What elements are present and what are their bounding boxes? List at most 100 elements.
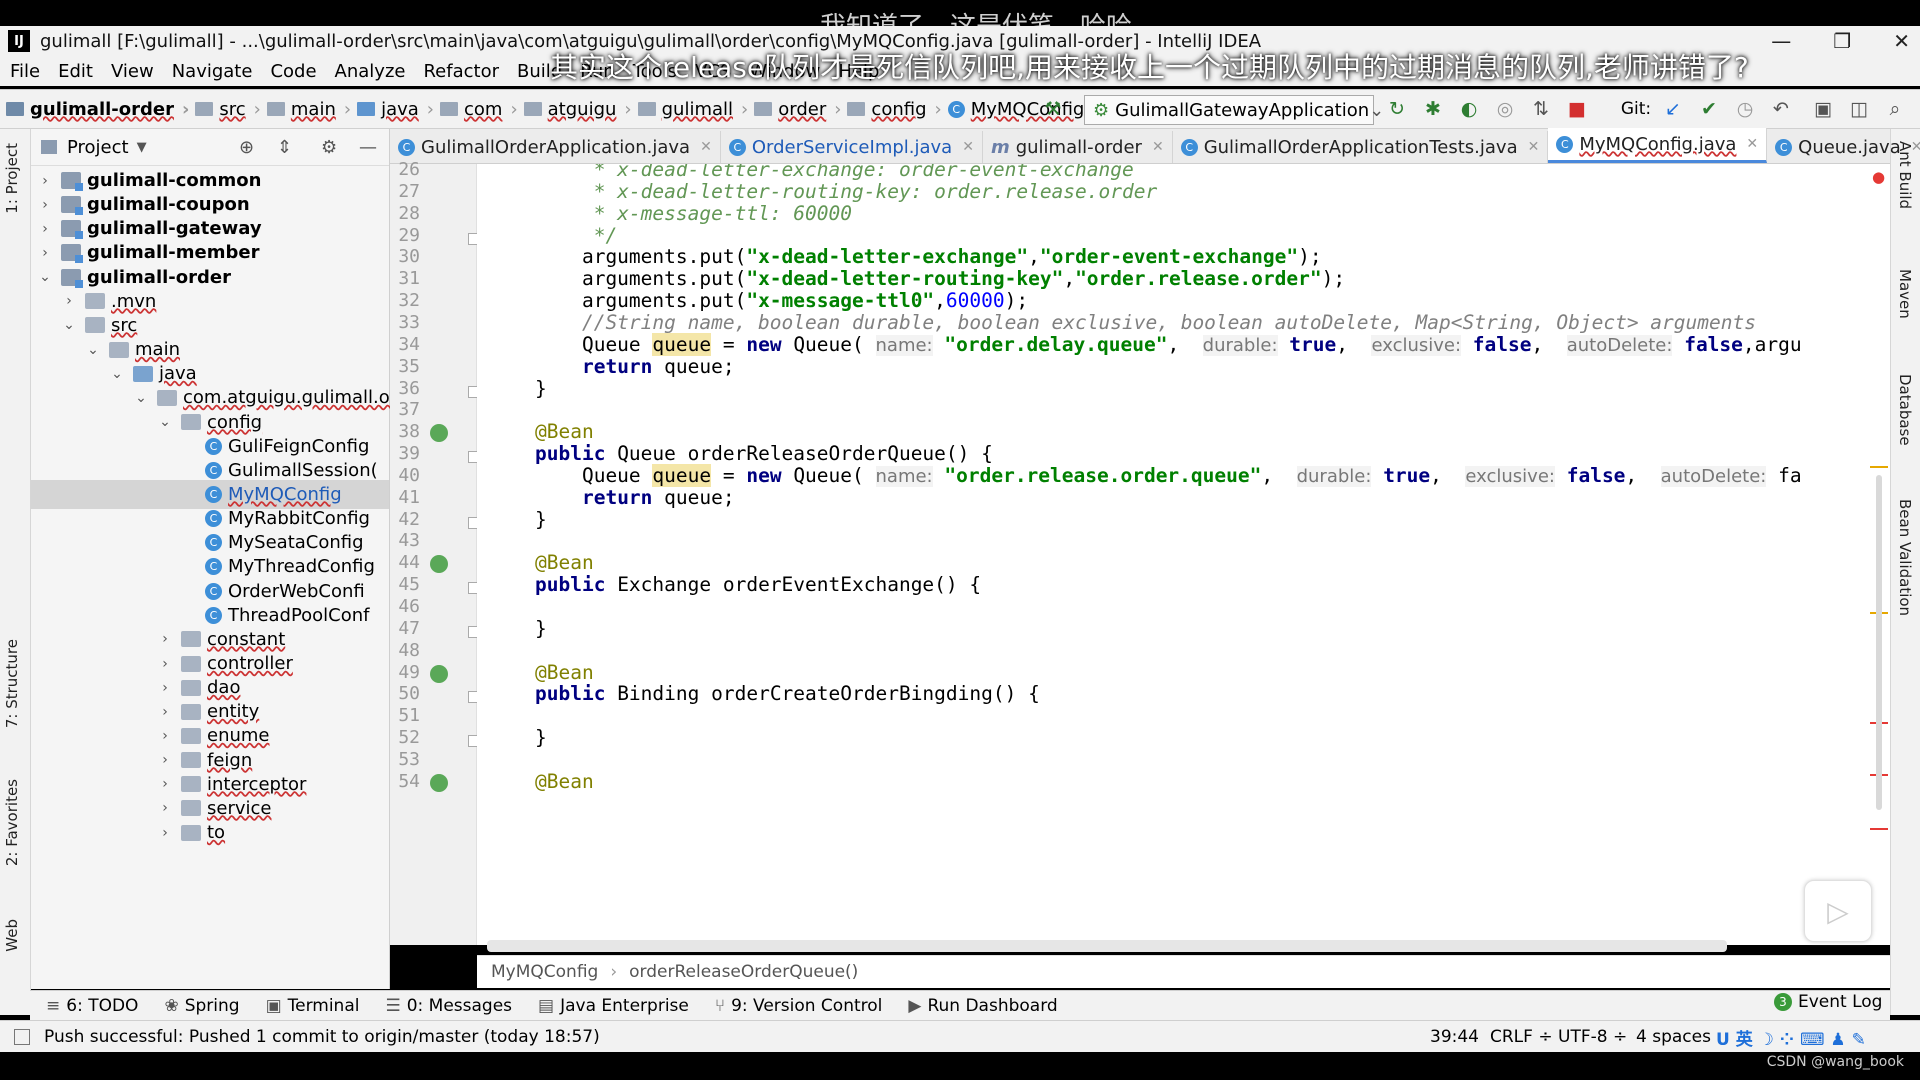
line-number[interactable]: 49 bbox=[390, 662, 420, 683]
line-number[interactable]: 40 bbox=[390, 465, 420, 486]
code-line[interactable]: } bbox=[535, 507, 547, 533]
file-encoding[interactable]: UTF-8 ÷ bbox=[1558, 1027, 1627, 1047]
chevron-right-icon[interactable]: › bbox=[157, 704, 173, 720]
line-number[interactable]: 35 bbox=[390, 356, 420, 377]
chevron-down-icon[interactable]: ⌄ bbox=[37, 269, 53, 285]
code-line[interactable]: } bbox=[535, 725, 547, 751]
menu-view[interactable]: View bbox=[111, 61, 154, 82]
chevron-right-icon[interactable]: › bbox=[157, 800, 173, 816]
close-tab-icon[interactable]: ✕ bbox=[1528, 139, 1540, 155]
line-number[interactable]: 37 bbox=[390, 399, 420, 420]
chevron-down-icon[interactable]: ⌄ bbox=[61, 317, 77, 333]
line-number[interactable]: 34 bbox=[390, 334, 420, 355]
attach-icon[interactable]: ⇅ bbox=[1530, 98, 1552, 120]
line-separator[interactable]: CRLF ÷ bbox=[1490, 1027, 1553, 1047]
collapse-all-icon[interactable]: ⇕ bbox=[277, 137, 292, 158]
scroll-marker[interactable] bbox=[1870, 828, 1888, 830]
locate-icon[interactable]: ⊕ bbox=[239, 137, 254, 158]
event-log-tab[interactable]: 3 Event Log bbox=[1774, 992, 1882, 1012]
minimize-button[interactable]: — bbox=[1771, 29, 1791, 53]
spring-bean-icon[interactable] bbox=[430, 555, 448, 574]
close-tab-icon[interactable]: ✕ bbox=[1152, 139, 1164, 155]
nav-crumb-gulimall-order[interactable]: gulimall-order › bbox=[6, 99, 189, 120]
bottom-tab-spring[interactable]: ❀ Spring bbox=[164, 996, 239, 1016]
nav-crumb-src[interactable]: src › bbox=[195, 99, 261, 120]
indent-setting[interactable]: 4 spaces bbox=[1636, 1027, 1711, 1047]
build-hammer-icon[interactable]: ⚒ bbox=[1042, 98, 1064, 120]
debug-icon[interactable]: ✱ bbox=[1422, 98, 1444, 120]
bottom-tab-java-enterprise[interactable]: ▤ Java Enterprise bbox=[538, 996, 689, 1016]
breadcrumb-method[interactable]: orderReleaseOrderQueue() bbox=[629, 962, 858, 982]
line-number[interactable]: 36 bbox=[390, 378, 420, 399]
chevron-right-icon[interactable]: › bbox=[37, 221, 53, 237]
chevron-right-icon[interactable]: › bbox=[157, 825, 173, 841]
line-number[interactable]: 51 bbox=[390, 705, 420, 726]
line-number[interactable]: 50 bbox=[390, 683, 420, 704]
breadcrumb-class[interactable]: MyMQConfig bbox=[491, 962, 598, 982]
vertical-scrollbar[interactable] bbox=[1876, 475, 1882, 810]
line-number[interactable]: 39 bbox=[390, 443, 420, 464]
tab-project[interactable]: 1: Project bbox=[3, 143, 21, 214]
menu-analyze[interactable]: Analyze bbox=[335, 61, 406, 82]
git-commit-icon[interactable]: ✔ bbox=[1698, 98, 1720, 120]
gear-icon[interactable]: ⚙ bbox=[321, 137, 337, 158]
chevron-down-icon[interactable]: ⌄ bbox=[85, 342, 101, 358]
line-number[interactable]: 54 bbox=[390, 771, 420, 792]
line-number[interactable]: 44 bbox=[390, 552, 420, 573]
bottom-tab-9-version-control[interactable]: ⑂ 9: Version Control bbox=[715, 996, 883, 1016]
nav-crumb-java[interactable]: java › bbox=[357, 99, 434, 120]
close-button[interactable]: ✕ bbox=[1893, 29, 1910, 53]
code-line[interactable]: @Bean bbox=[535, 769, 594, 795]
menu-navigate[interactable]: Navigate bbox=[172, 61, 253, 82]
bottom-tab-terminal[interactable]: ▣ Terminal bbox=[266, 996, 360, 1016]
editor-tab-gulimall-order[interactable]: m gulimall-order ✕ bbox=[983, 131, 1173, 163]
chevron-down-icon[interactable]: ▼ bbox=[137, 140, 147, 155]
line-number[interactable]: 29 bbox=[390, 225, 420, 246]
code-line[interactable]: public Binding orderCreateOrderBingding(… bbox=[535, 681, 1040, 707]
chevron-down-icon[interactable]: ⌄ bbox=[133, 390, 149, 406]
close-tab-icon[interactable]: ✕ bbox=[1911, 139, 1920, 155]
line-number[interactable]: 26 bbox=[390, 159, 420, 180]
spring-bean-icon[interactable] bbox=[430, 773, 448, 792]
error-indicator-icon[interactable]: ● bbox=[1872, 168, 1885, 186]
spring-bean-icon[interactable] bbox=[430, 664, 448, 683]
project-panel-title[interactable]: Project bbox=[67, 137, 129, 158]
restore-button[interactable]: ❐ bbox=[1833, 29, 1851, 53]
line-number[interactable]: 52 bbox=[390, 727, 420, 748]
editor-tab-gulimallorderapplicationtests-java[interactable]: C GulimallOrderApplicationTests.java ✕ bbox=[1173, 131, 1549, 163]
chevron-right-icon[interactable]: › bbox=[61, 293, 77, 309]
rerun-icon[interactable]: ↻ bbox=[1386, 98, 1408, 120]
line-number[interactable]: 41 bbox=[390, 487, 420, 508]
line-number[interactable]: 53 bbox=[390, 749, 420, 770]
line-number[interactable]: 43 bbox=[390, 530, 420, 551]
chevron-right-icon[interactable]: › bbox=[37, 197, 53, 213]
chevron-down-icon[interactable]: ⌄ bbox=[157, 414, 173, 430]
code-line[interactable]: public Exchange orderEventExchange() { bbox=[535, 572, 981, 598]
code-line[interactable]: } bbox=[535, 616, 547, 642]
chevron-right-icon[interactable]: › bbox=[37, 245, 53, 261]
line-number[interactable]: 27 bbox=[390, 181, 420, 202]
nav-crumb-gulimall[interactable]: gulimall › bbox=[637, 99, 748, 120]
tab-maven[interactable]: Maven bbox=[1896, 269, 1914, 319]
code-line[interactable]: return queue; bbox=[535, 485, 735, 511]
line-number[interactable]: 32 bbox=[390, 290, 420, 311]
tab-favorites[interactable]: 2: Favorites bbox=[3, 779, 21, 866]
git-rollback-icon[interactable]: ↶ bbox=[1770, 98, 1792, 120]
nav-crumb-order[interactable]: order › bbox=[754, 99, 841, 120]
close-tab-icon[interactable]: ✕ bbox=[700, 139, 712, 155]
bottom-tab-0-messages[interactable]: ☰ 0: Messages bbox=[385, 996, 512, 1016]
editor-tab-gulimallorderapplication-java[interactable]: C GulimallOrderApplication.java ✕ bbox=[390, 131, 721, 163]
editor-tab-mymqconfig-java[interactable]: C MyMQConfig.java ✕ bbox=[1548, 128, 1768, 163]
line-number[interactable]: 46 bbox=[390, 596, 420, 617]
line-number[interactable]: 38 bbox=[390, 421, 420, 442]
bottom-tab-run-dashboard[interactable]: ▶ Run Dashboard bbox=[908, 996, 1057, 1016]
scroll-marker[interactable] bbox=[1870, 466, 1888, 468]
bottom-tab-6-todo[interactable]: ≡ 6: TODO bbox=[46, 996, 138, 1016]
git-update-icon[interactable]: ↙ bbox=[1662, 98, 1684, 120]
chevron-right-icon[interactable]: › bbox=[157, 656, 173, 672]
chevron-down-icon[interactable]: ⌄ bbox=[109, 366, 125, 382]
line-number[interactable]: 31 bbox=[390, 268, 420, 289]
editor-tab-orderserviceimpl-java[interactable]: C OrderServiceImpl.java ✕ bbox=[721, 131, 983, 163]
run-configuration-select[interactable]: ⚙ GulimallGatewayApplication ⌄ bbox=[1084, 95, 1384, 125]
line-number[interactable]: 30 bbox=[390, 246, 420, 267]
